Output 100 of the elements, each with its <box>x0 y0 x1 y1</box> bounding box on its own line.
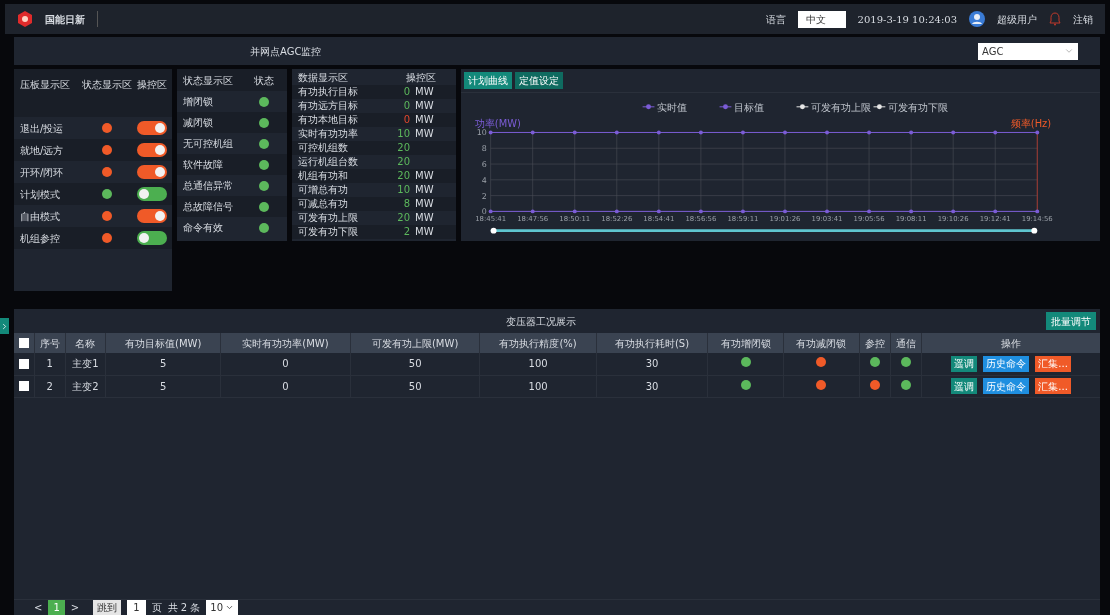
column-header: 数据显示区 <box>298 73 349 83</box>
row-label: 有功远方目标 <box>298 101 359 111</box>
table-cell: 5 <box>105 375 221 397</box>
unit-label: MW <box>415 185 434 195</box>
mode-select[interactable]: AGC <box>978 42 1078 60</box>
table-cell: 1 <box>34 353 66 375</box>
user-name[interactable]: 超级用户 <box>997 11 1037 27</box>
table-cell: 50 <box>350 375 480 397</box>
table-cell: 5 <box>105 353 221 375</box>
next-page-button[interactable]: > <box>70 600 80 615</box>
y-tick-label: 8 <box>481 144 487 154</box>
table-cell: 2 <box>34 375 66 397</box>
toggle-switch[interactable] <box>137 143 167 157</box>
data-value: 20 <box>396 157 410 167</box>
unit-label: MW <box>415 115 434 125</box>
row-label: 有功执行目标 <box>298 87 359 97</box>
data-value: 8 <box>402 199 410 209</box>
y-tick-label: 2 <box>481 191 487 201</box>
table-cell: 30 <box>596 353 708 375</box>
toggle-switch[interactable] <box>137 231 167 245</box>
row-label: 有功本地目标 <box>298 115 359 125</box>
unit-label: MW <box>415 213 434 223</box>
data-value: 20 <box>396 171 410 181</box>
column-header: 有功减闭锁 <box>783 333 860 353</box>
column-header: 可发有功上限(MW) <box>350 333 480 353</box>
expand-icon[interactable] <box>0 318 9 334</box>
chevron-right-icon[interactable] <box>0 321 9 331</box>
checkbox[interactable] <box>18 338 29 348</box>
legend-label: 实时值 <box>657 101 688 113</box>
toggle-switch[interactable] <box>137 165 167 179</box>
language-select[interactable]: 中文 <box>797 10 846 28</box>
column-header: 状态显示区 <box>183 73 234 88</box>
row-label: 可增总有功 <box>298 185 349 195</box>
toggle-switch[interactable] <box>137 209 167 223</box>
page-title: 并网点AGC监控 <box>250 44 322 59</box>
total-count: 共 2 条 <box>167 601 201 615</box>
column-header: 有功目标值(MW) <box>105 333 221 353</box>
row-label: 运行机组台数 <box>298 157 359 167</box>
legend-item[interactable]: 可发有功下限 <box>873 101 949 113</box>
page-input[interactable]: 1 <box>127 600 146 615</box>
legend-label: 可发有功上限 <box>811 101 872 113</box>
row-label: 可减总有功 <box>298 199 349 209</box>
legend-label: 可发有功下限 <box>888 101 949 113</box>
row-label: 就地/远方 <box>20 143 65 158</box>
page-unit: 页 <box>151 601 162 615</box>
logout-link[interactable]: 注销 <box>1073 11 1093 27</box>
toggle-switch[interactable] <box>137 121 167 135</box>
table-cell: 30 <box>596 375 708 397</box>
checkbox[interactable] <box>18 358 29 369</box>
chart-tab[interactable]: 计划曲线 <box>464 72 512 89</box>
data-value: 0 <box>402 87 410 97</box>
column-header: 操控区 <box>405 73 436 83</box>
row-label: 命令有效 <box>183 221 224 235</box>
action-button[interactable]: 遥调 <box>951 378 978 394</box>
datetime: 2019-3-19 10:24:03 <box>857 12 957 27</box>
data-value: 2 <box>402 227 410 237</box>
column-header: 序号 <box>34 333 66 353</box>
table-cell: 50 <box>350 353 480 375</box>
column-header: 参控 <box>859 333 891 353</box>
data-value: 20 <box>396 213 410 223</box>
row-label: 机组有功和 <box>298 171 349 181</box>
y-tick-label: 0 <box>481 207 487 217</box>
legend-item[interactable]: 实时值 <box>642 101 688 113</box>
row-label: 自由模式 <box>20 209 61 224</box>
column-header: 有功执行耗时(S) <box>596 333 708 353</box>
row-label: 总通信异常 <box>183 179 234 193</box>
page-size-select[interactable]: 10 <box>206 600 238 615</box>
column-header: 操作 <box>921 333 1100 353</box>
table-cell: 0 <box>220 375 351 397</box>
prev-page-button[interactable]: < <box>34 600 43 615</box>
table-cell: 0 <box>220 353 351 375</box>
data-value: 0 <box>402 101 410 111</box>
jump-button[interactable]: 跳到 <box>93 600 122 615</box>
row-label: 退出/投运 <box>20 121 65 136</box>
batch-adjust-button[interactable]: 批量调节 <box>1046 312 1096 330</box>
row-label: 实时有功功率 <box>298 129 359 139</box>
legend-item[interactable]: 目标值 <box>719 101 765 113</box>
row-label: 机组参控 <box>20 231 61 246</box>
y-tick-label: 4 <box>481 175 487 185</box>
row-label: 无可控机组 <box>183 137 234 151</box>
column-header: 实时有功功率(MW) <box>220 333 351 353</box>
row-label: 减闭锁 <box>183 116 214 130</box>
table-cell: 100 <box>479 375 597 397</box>
chart-tab[interactable]: 定值设定 <box>515 72 563 89</box>
table-title: 变压器工况展示 <box>506 314 576 329</box>
column-header: 状态 <box>253 73 275 88</box>
column-header: 有功增闭锁 <box>707 333 784 353</box>
user-avatar-icon[interactable] <box>969 11 985 27</box>
column-header: 名称 <box>65 333 106 353</box>
toggle-switch[interactable] <box>137 187 167 201</box>
column-header: 操控区 <box>136 78 168 92</box>
legend-item[interactable]: 可发有功上限 <box>796 101 872 113</box>
zoom-slider[interactable] <box>490 227 1038 234</box>
unit-label: MW <box>415 101 434 111</box>
column-header: 状态显示区 <box>82 78 132 92</box>
checkbox[interactable] <box>18 381 29 391</box>
column-header: 通信 <box>890 333 922 353</box>
data-value: 0 <box>402 115 410 125</box>
logo-text: 国能日新 <box>45 12 85 27</box>
action-button[interactable]: 遥调 <box>951 355 978 372</box>
